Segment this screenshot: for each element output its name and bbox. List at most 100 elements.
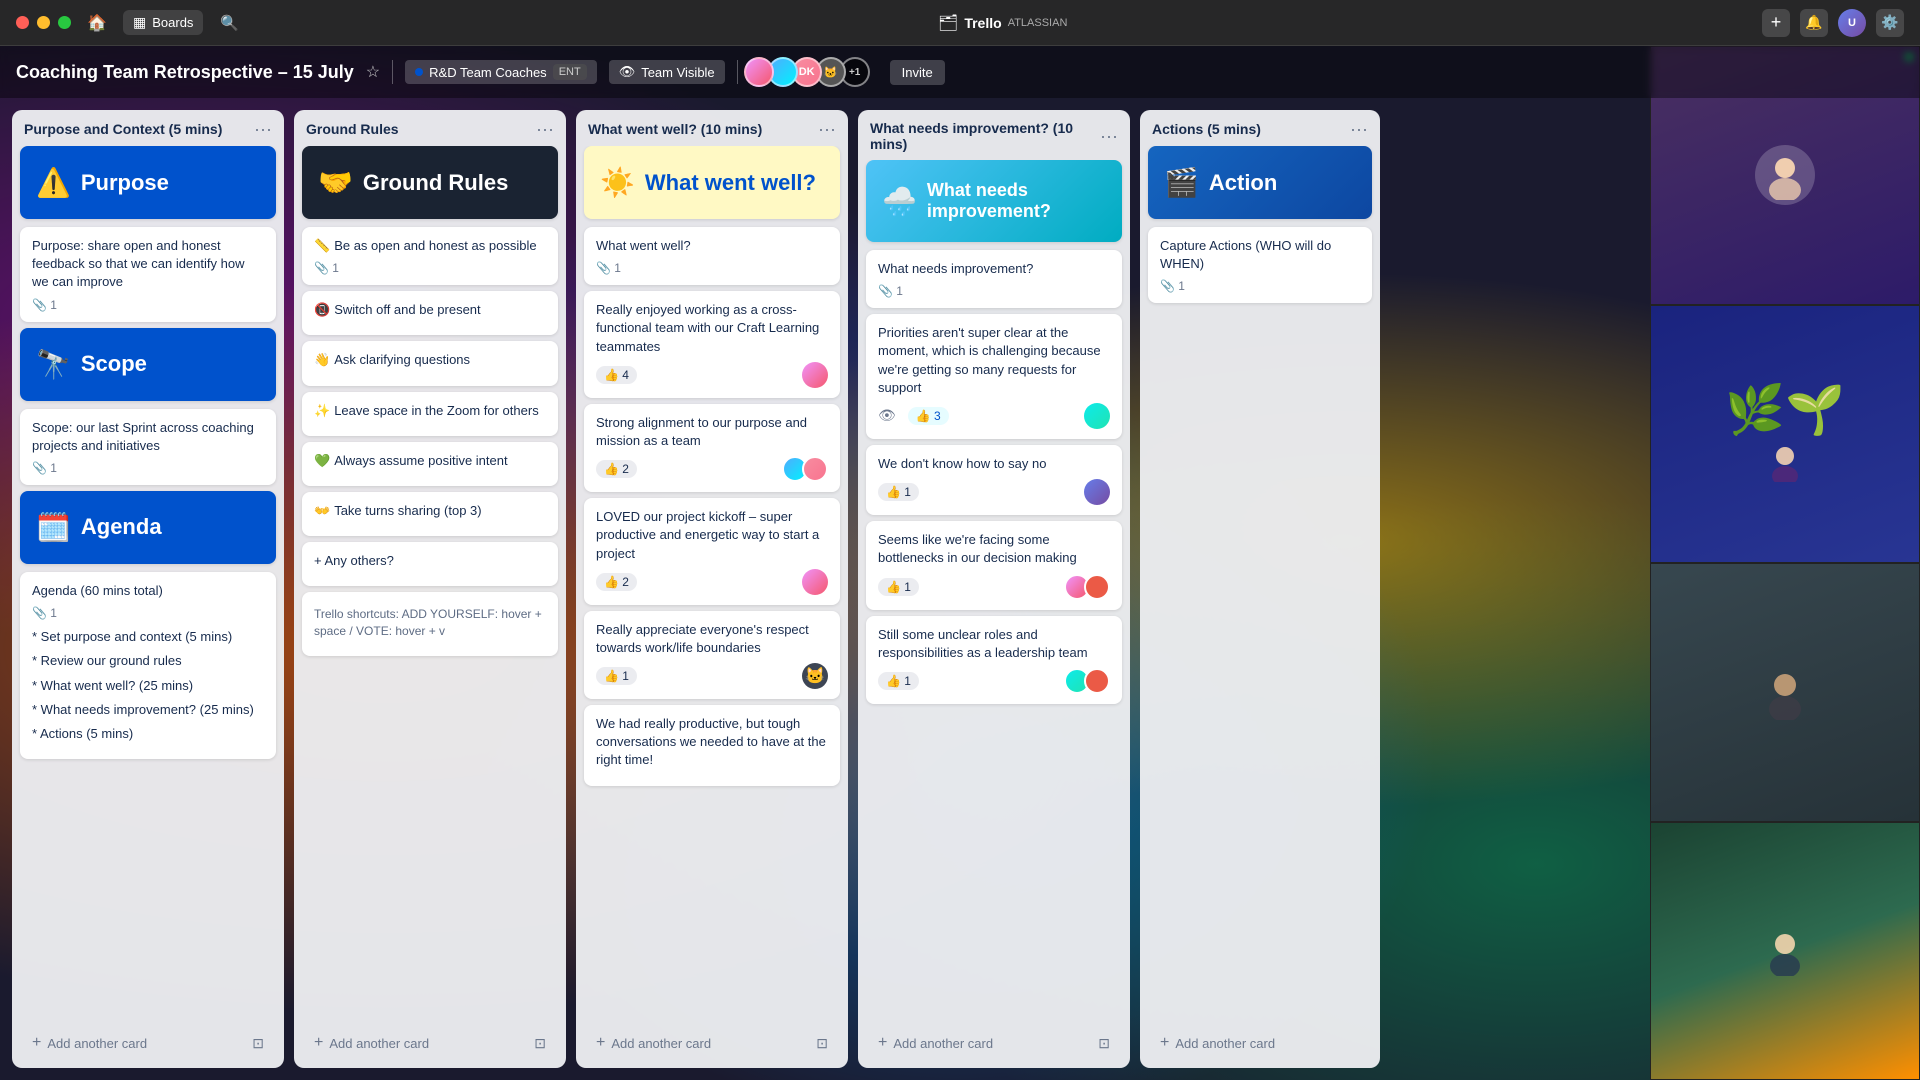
card-went-well-5[interactable]: We had really productive, but tough conv…	[584, 705, 840, 786]
card-ni-1[interactable]: Priorities aren't super clear at the mom…	[866, 314, 1122, 439]
agenda-item-1: * Set purpose and context (5 mins)	[32, 628, 264, 646]
card-ni-4[interactable]: Still some unclear roles and responsibil…	[866, 616, 1122, 704]
template-icon-ww[interactable]: ⊡	[816, 1035, 828, 1052]
card-went-well-banner[interactable]: ☀️ What went well?	[584, 146, 840, 219]
vote-count-1[interactable]: 👍 4	[596, 366, 637, 384]
card-went-well-4[interactable]: Really appreciate everyone's respect tow…	[584, 611, 840, 699]
list-went-well-menu[interactable]: ···	[818, 120, 836, 138]
template-icon[interactable]: ⊡	[252, 1035, 264, 1052]
list-purpose-menu[interactable]: ···	[254, 120, 272, 138]
card-ni-3[interactable]: Seems like we're facing some bottlenecks…	[866, 521, 1122, 609]
card-rule-4[interactable]: ✨Leave space in the Zoom for others	[302, 392, 558, 436]
list-needs-improvement: What needs improvement? (10 mins) ··· 🌧️…	[858, 110, 1130, 1068]
scope-attach: 📎 1	[32, 461, 57, 475]
went-well-1-text: Really enjoyed working as a cross-functi…	[596, 301, 828, 356]
invite-button[interactable]: Invite	[890, 60, 945, 85]
card-actions-capture[interactable]: Capture Actions (WHO will do WHEN) 📎 1	[1148, 227, 1372, 303]
list-needs-improvement-menu[interactable]: ···	[1100, 127, 1118, 145]
add-card-purpose[interactable]: + Add another card ⊡	[20, 1026, 276, 1060]
card-rule-3[interactable]: 👋Ask clarifying questions	[302, 341, 558, 385]
card-rule-1[interactable]: 📏Be as open and honest as possible 📎 1	[302, 227, 558, 285]
card-went-well-1[interactable]: Really enjoyed working as a cross-functi…	[584, 291, 840, 398]
maximize-button[interactable]	[58, 16, 71, 29]
card-rule-6[interactable]: 👐Take turns sharing (top 3)	[302, 492, 558, 536]
list-ground-rules-body: 🤝 Ground Rules 📏Be as open and honest as…	[294, 146, 566, 1022]
add-card-ni[interactable]: + Add another card ⊡	[866, 1026, 1122, 1060]
agenda-item-3: * What went well? (25 mins)	[32, 677, 264, 695]
search-button[interactable]: 🔍	[215, 9, 243, 37]
card-ni-header[interactable]: What needs improvement? 📎 1	[866, 250, 1122, 308]
rule-5-text: 💚Always assume positive intent	[314, 452, 546, 470]
card-rule-5[interactable]: 💚Always assume positive intent	[302, 442, 558, 486]
add-card-actions[interactable]: + Add another card	[1148, 1026, 1372, 1060]
card-agenda-text[interactable]: Agenda (60 mins total) 📎 1 * Set purpose…	[20, 572, 276, 759]
add-card-went-well[interactable]: + Add another card ⊡	[584, 1026, 840, 1060]
close-button[interactable]	[16, 16, 29, 29]
card-ni-2[interactable]: We don't know how to say no 👍 1	[866, 445, 1122, 515]
agenda-item-5: * Actions (5 mins)	[32, 725, 264, 743]
list-ground-rules-menu[interactable]: ···	[536, 120, 554, 138]
list-actions-menu[interactable]: ···	[1350, 120, 1368, 138]
visibility-badge[interactable]: 👁 Team Visible	[609, 60, 725, 84]
vote-count-ni-2[interactable]: 👍 1	[878, 483, 919, 501]
avatar-ni-4b	[1084, 668, 1110, 694]
user-avatar[interactable]: U	[1838, 9, 1866, 37]
vote-count-ni-3[interactable]: 👍 1	[878, 578, 919, 596]
went-well-1-meta: 👍 4	[596, 362, 828, 388]
settings-button[interactable]: ⚙️	[1876, 9, 1904, 37]
template-icon-gr[interactable]: ⊡	[534, 1035, 546, 1052]
eye-icon: 👁	[878, 407, 896, 424]
vote-count-ni-4[interactable]: 👍 1	[878, 672, 919, 690]
template-icon-ni[interactable]: ⊡	[1098, 1035, 1110, 1052]
video-cell-2[interactable]: 🌿🌱	[1650, 305, 1920, 564]
card-shortcuts[interactable]: Trello shortcuts: ADD YOURSELF: hover + …	[302, 592, 558, 656]
purpose-emoji: ⚠️	[36, 166, 71, 199]
ni-4-text: Still some unclear roles and responsibil…	[878, 626, 1110, 662]
avatar-4: 🐱	[802, 663, 828, 689]
needs-improvement-banner-text: What needs improvement?	[927, 180, 1106, 222]
card-went-well-3[interactable]: LOVED our project kickoff – super produc…	[584, 498, 840, 605]
team-badge[interactable]: R&D Team Coaches ENT	[405, 60, 597, 84]
vote-count-ni-1[interactable]: 👍 3	[908, 407, 949, 425]
purpose-description: Purpose: share open and honest feedback …	[32, 237, 264, 292]
went-well-4-meta: 👍 1 🐱	[596, 663, 828, 689]
vote-count-4[interactable]: 👍 1	[596, 667, 637, 685]
card-agenda-banner[interactable]: 🗓️ Agenda	[20, 491, 276, 564]
card-went-well-header-card[interactable]: What went well? 📎 1	[584, 227, 840, 285]
video-cell-3[interactable]	[1650, 563, 1920, 822]
add-button[interactable]: +	[1762, 9, 1790, 37]
card-purpose-text[interactable]: Purpose: share open and honest feedback …	[20, 227, 276, 322]
titlebar: 🏠 ▦ Boards 🔍 🗂 Trello ATLASSIAN + 🔔 U ⚙️	[0, 0, 1920, 46]
member-avatar-1[interactable]	[744, 57, 774, 87]
boards-button[interactable]: ▦ Boards	[123, 10, 203, 35]
went-well-4-text: Really appreciate everyone's respect tow…	[596, 621, 828, 657]
card-others[interactable]: + Any others?	[302, 542, 558, 586]
card-actions-banner[interactable]: 🎬 Action	[1148, 146, 1372, 219]
scope-emoji: 🔭	[36, 348, 71, 381]
card-went-well-2[interactable]: Strong alignment to our purpose and miss…	[584, 404, 840, 492]
went-well-3-meta: 👍 2	[596, 569, 828, 595]
vote-count-2[interactable]: 👍 2	[596, 460, 637, 478]
add-card-ground-rules[interactable]: + Add another card ⊡	[302, 1026, 558, 1060]
add-icon-ni: +	[878, 1034, 887, 1052]
card-needs-improvement-banner[interactable]: 🌧️ What needs improvement?	[866, 160, 1122, 242]
card-purpose-banner[interactable]: ⚠️ Purpose	[20, 146, 276, 219]
card-scope-banner[interactable]: 🔭 Scope	[20, 328, 276, 401]
card-rule-2[interactable]: 📵Switch off and be present	[302, 291, 558, 335]
home-icon[interactable]: 🏠	[83, 9, 111, 37]
add-icon-act: +	[1160, 1034, 1169, 1052]
video-cell-4[interactable]	[1650, 822, 1920, 1080]
notifications-button[interactable]: 🔔	[1800, 9, 1828, 37]
card-ground-rules-banner[interactable]: 🤝 Ground Rules	[302, 146, 558, 219]
boards-icon: ▦	[133, 14, 146, 31]
vote-count-3[interactable]: 👍 2	[596, 573, 637, 591]
star-button[interactable]: ☆	[366, 62, 380, 82]
card-scope-text[interactable]: Scope: our last Sprint across coaching p…	[20, 409, 276, 485]
went-well-banner-text: What went well?	[645, 170, 816, 196]
list-went-well-body: ☀️ What went well? What went well? 📎 1 R…	[576, 146, 848, 1022]
went-well-emoji: ☀️	[600, 166, 635, 199]
minimize-button[interactable]	[37, 16, 50, 29]
ni-2-text: We don't know how to say no	[878, 455, 1110, 473]
actions-emoji: 🎬	[1164, 166, 1199, 199]
person-silhouette-1	[1755, 145, 1815, 205]
